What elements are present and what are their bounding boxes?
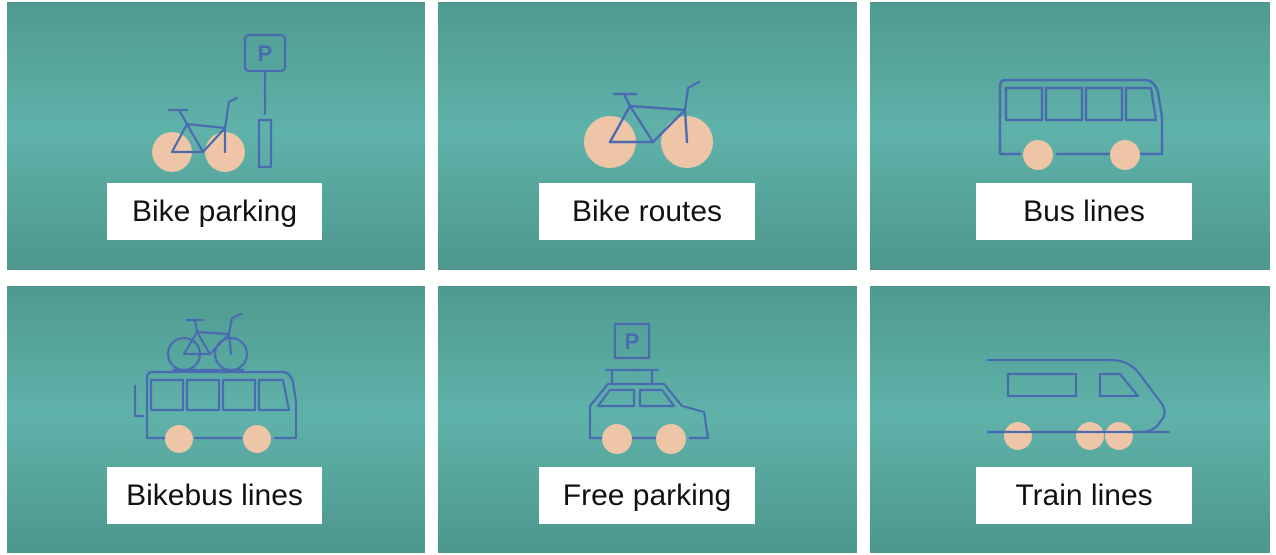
bicycle-icon	[584, 80, 713, 168]
bike-parking-icon: P	[152, 33, 287, 172]
parking-sign-letter: P	[625, 329, 640, 354]
bus-icon	[998, 78, 1164, 170]
tile-bus-lines[interactable]: Bus lines	[870, 2, 1270, 270]
tile-bikebus-lines[interactable]: Bikebus lines	[7, 286, 425, 553]
train-icon	[986, 358, 1170, 450]
tile-bike-parking[interactable]: P Bike parking	[7, 2, 425, 270]
tile-train-lines[interactable]: Train lines	[870, 286, 1270, 553]
label-bus-lines: Bus lines	[976, 183, 1192, 240]
label-bike-routes: Bike routes	[539, 183, 755, 240]
label-bikebus-lines: Bikebus lines	[107, 467, 322, 524]
tile-bike-routes[interactable]: Bike routes	[438, 2, 857, 270]
car-parking-icon: P	[588, 322, 710, 454]
parking-sign-letter: P	[258, 41, 273, 66]
bus-with-bike-rack-icon	[133, 312, 298, 453]
tile-free-parking[interactable]: P Free parking	[438, 286, 857, 553]
label-free-parking: Free parking	[539, 467, 755, 524]
label-bike-parking: Bike parking	[107, 183, 322, 240]
label-train-lines: Train lines	[976, 467, 1192, 524]
